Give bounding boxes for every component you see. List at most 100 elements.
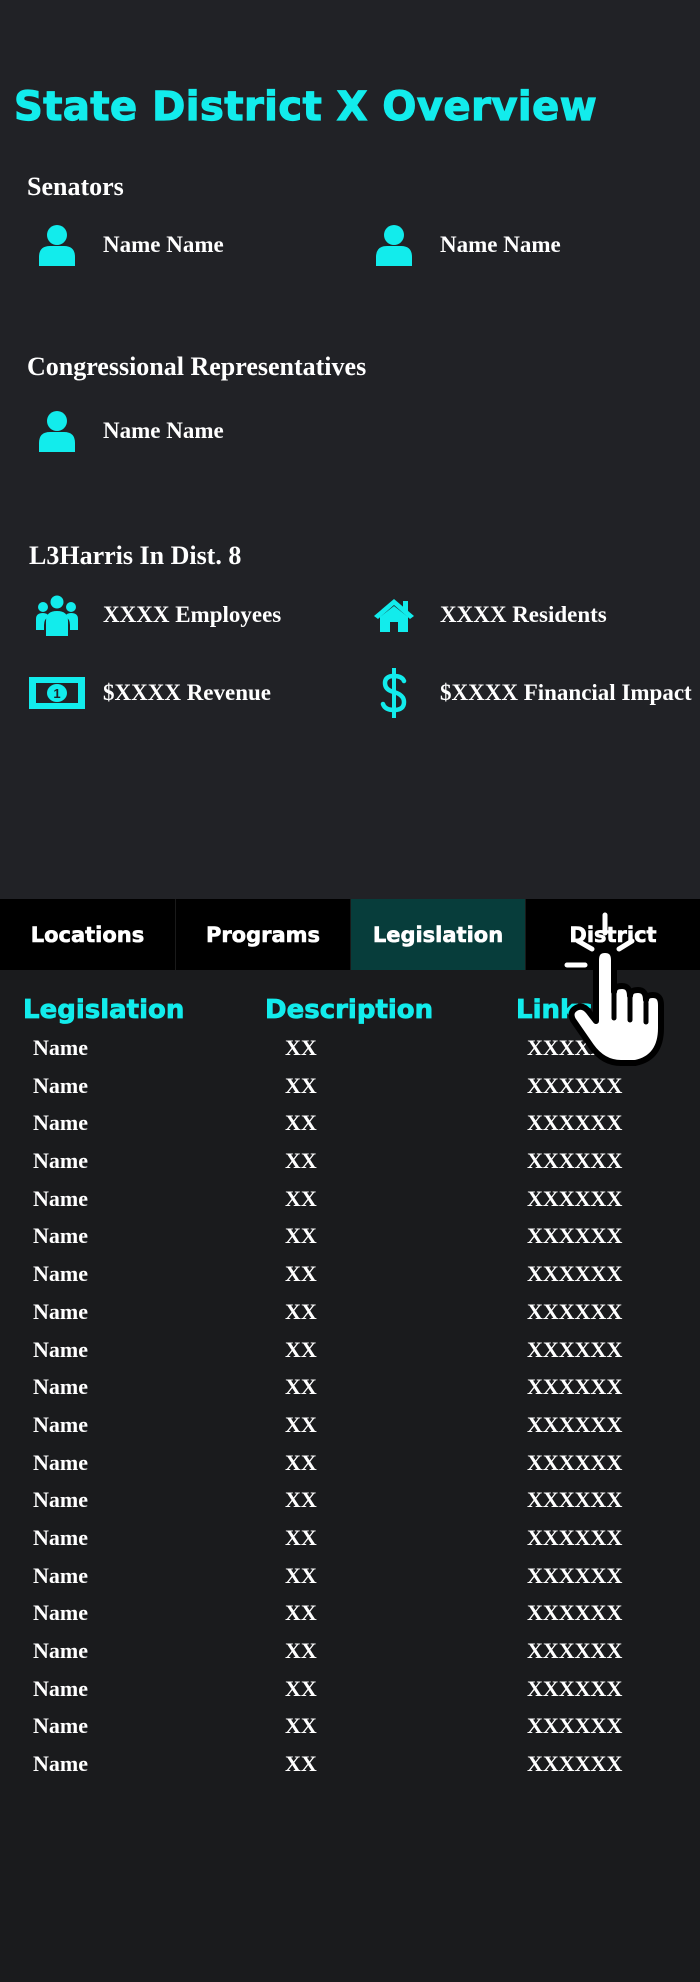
column-header-legislation: Legislation xyxy=(23,995,185,1026)
senators-heading: Senators xyxy=(27,172,124,201)
table-row[interactable]: Name XX XXXXXX xyxy=(0,1221,700,1259)
table-row[interactable]: Name XX XXXXXX xyxy=(0,1485,700,1523)
legislation-name-cell: Name xyxy=(33,1600,88,1626)
link-cell[interactable]: XXXXXX xyxy=(527,1676,622,1702)
legislation-name-cell: Name xyxy=(33,1336,88,1362)
legislation-name-cell: Name xyxy=(33,1298,88,1324)
residents-label: XXXX Residents xyxy=(440,602,607,627)
legislation-name-cell: Name xyxy=(33,1411,88,1437)
tab-programs[interactable]: Programs xyxy=(175,899,350,970)
table-row[interactable]: Name XX XXXXXX xyxy=(0,1448,700,1486)
pointer-hand-icon xyxy=(561,908,685,1073)
description-cell: XX xyxy=(285,1148,317,1174)
legislation-name-cell: Name xyxy=(33,1110,88,1136)
link-cell[interactable]: XXXXXX xyxy=(527,1638,622,1664)
financial-impact-label: $XXXX Financial Impact xyxy=(440,680,692,705)
senator-name: Name Name xyxy=(440,232,561,257)
company-heading: L3Harris In Dist. 8 xyxy=(29,541,242,570)
user-icon xyxy=(29,222,85,268)
legislation-name-cell: Name xyxy=(33,1675,88,1701)
table-row[interactable]: Name XX XXXXXX xyxy=(0,1184,700,1222)
description-cell: XX xyxy=(285,1524,317,1550)
legislation-name-cell: Name xyxy=(33,1148,88,1174)
link-cell[interactable]: XXXXXX xyxy=(527,1600,622,1626)
description-cell: XX xyxy=(285,1751,317,1777)
user-icon xyxy=(366,222,422,268)
link-cell[interactable]: XXXXXX xyxy=(527,1563,622,1589)
legislation-name-cell: Name xyxy=(33,1487,88,1513)
senator-card[interactable]: Name Name xyxy=(29,222,224,268)
legislation-name-cell: Name xyxy=(33,1035,88,1060)
link-cell[interactable]: XXXXXX xyxy=(527,1751,622,1777)
legislation-name-cell: Name xyxy=(33,1072,88,1098)
link-cell[interactable]: XXXXXX xyxy=(527,1450,622,1476)
money-bill-icon: 1 xyxy=(29,670,85,716)
link-cell[interactable]: XXXXXX xyxy=(527,1299,622,1325)
employees-stat: XXXX Employees xyxy=(29,592,281,638)
representative-card[interactable]: Name Name xyxy=(29,408,224,454)
table-row[interactable]: Name XX XXXXXX xyxy=(0,1108,700,1146)
legislation-name-cell: Name xyxy=(33,1185,88,1211)
revenue-label: $XXXX Revenue xyxy=(103,680,272,705)
table-row[interactable]: Name XX XXXXXX xyxy=(0,1711,700,1749)
legislation-name-cell: Name xyxy=(33,1374,88,1400)
table-row[interactable]: Name XX XXXXXX xyxy=(0,1561,700,1599)
description-cell: XX xyxy=(285,1261,317,1287)
representative-name: Name Name xyxy=(103,418,224,443)
table-row[interactable]: Name XX XXXXXX xyxy=(0,1297,700,1335)
table-row[interactable]: Name XX XXXXXX xyxy=(0,1636,700,1674)
legislation-name-cell: Name xyxy=(33,1713,88,1739)
tab-locations[interactable]: Locations xyxy=(0,899,175,970)
tab-legislation[interactable]: Legislation xyxy=(350,899,525,970)
link-cell[interactable]: XXXXXX xyxy=(527,1186,622,1212)
description-cell: XX xyxy=(285,1675,317,1701)
description-cell: XX xyxy=(285,1223,317,1249)
description-cell: XX xyxy=(285,1600,317,1626)
legislation-table-body: Name XX XXXXXX Name XX XXXXXX Name XX XXXXXX Name… xyxy=(0,1033,700,1787)
legislation-name-cell: Name xyxy=(33,1751,88,1777)
legislation-name-cell: Name xyxy=(33,1562,88,1588)
description-cell: XX xyxy=(285,1185,317,1211)
description-cell: XX xyxy=(285,1035,317,1060)
financial-impact-stat: $XXXX Financial Impact xyxy=(366,668,692,718)
description-cell: XX xyxy=(285,1562,317,1588)
description-cell: XX xyxy=(285,1298,317,1324)
table-row[interactable]: Name XX XXXXXX xyxy=(0,1259,700,1297)
table-row[interactable]: Name XX XXXXXX xyxy=(0,1523,700,1561)
description-cell: XX xyxy=(285,1713,317,1739)
link-cell[interactable]: XXXXXX xyxy=(527,1412,622,1438)
link-cell[interactable]: XXXXXX xyxy=(527,1713,622,1739)
table-row[interactable]: Name XX XXXXXX xyxy=(0,1410,700,1448)
table-row[interactable]: Name XX XXXXXX xyxy=(0,1674,700,1712)
table-row[interactable]: Name XX XXXXXX xyxy=(0,1372,700,1410)
table-row[interactable]: Name XX XXXXXX xyxy=(0,1749,700,1787)
dollar-icon xyxy=(366,668,422,718)
link-cell[interactable]: XXXXXX xyxy=(527,1148,622,1174)
description-cell: XX xyxy=(285,1411,317,1437)
senator-card[interactable]: Name Name xyxy=(366,222,561,268)
link-cell[interactable]: XXXXXX xyxy=(527,1223,622,1249)
description-cell: XX xyxy=(285,1374,317,1400)
residents-stat: XXXX Residents xyxy=(366,592,607,638)
link-cell[interactable]: XXXXXX xyxy=(527,1374,622,1400)
table-row[interactable]: Name XX XXXXXX xyxy=(0,1335,700,1373)
link-cell[interactable]: XXXXXX xyxy=(527,1073,622,1099)
legislation-name-cell: Name xyxy=(33,1449,88,1475)
page-title: State District X Overview xyxy=(13,83,598,130)
table-row[interactable]: Name XX XXXXXX xyxy=(0,1071,700,1109)
user-icon xyxy=(29,408,85,454)
link-cell[interactable]: XXXXXX xyxy=(527,1525,622,1551)
legislation-name-cell: Name xyxy=(33,1261,88,1287)
link-cell[interactable]: XXXXXX xyxy=(527,1487,622,1513)
congress-heading: Congressional Representatives xyxy=(27,352,367,381)
column-header-description: Description xyxy=(265,995,434,1026)
table-row[interactable]: Name XX XXXXXX xyxy=(0,1146,700,1184)
link-cell[interactable]: XXXXXX xyxy=(527,1110,622,1136)
employees-label: XXXX Employees xyxy=(103,602,282,627)
overview-panel: State District X Overview Senators Name … xyxy=(0,0,700,899)
table-row[interactable]: Name XX XXXXXX xyxy=(0,1598,700,1636)
link-cell[interactable]: XXXXXX xyxy=(527,1337,622,1363)
link-cell[interactable]: XXXXXX xyxy=(527,1261,622,1287)
description-cell: XX xyxy=(285,1638,317,1663)
legislation-name-cell: Name xyxy=(33,1223,88,1249)
